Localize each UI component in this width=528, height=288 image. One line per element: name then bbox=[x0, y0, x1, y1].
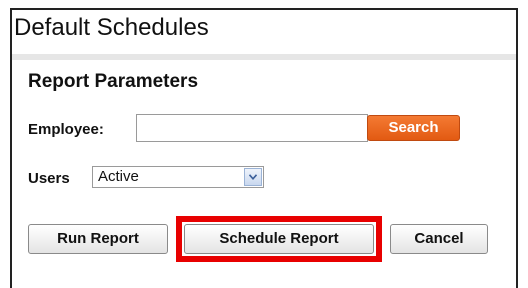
employee-label: Employee: bbox=[28, 121, 104, 138]
users-select[interactable]: Active bbox=[92, 166, 264, 188]
employee-input[interactable] bbox=[136, 114, 368, 142]
search-button[interactable]: Search bbox=[367, 115, 460, 141]
section-title: Report Parameters bbox=[28, 71, 199, 92]
run-report-button[interactable]: Run Report bbox=[28, 224, 168, 254]
chevron-down-icon[interactable] bbox=[244, 168, 262, 186]
schedule-report-button[interactable]: Schedule Report bbox=[184, 224, 374, 254]
users-label: Users bbox=[28, 170, 70, 187]
cancel-button[interactable]: Cancel bbox=[390, 224, 488, 254]
page: Default Schedules Report Parameters Empl… bbox=[0, 0, 528, 288]
users-select-value: Active bbox=[98, 168, 139, 185]
panel-title: Default Schedules bbox=[14, 14, 209, 41]
